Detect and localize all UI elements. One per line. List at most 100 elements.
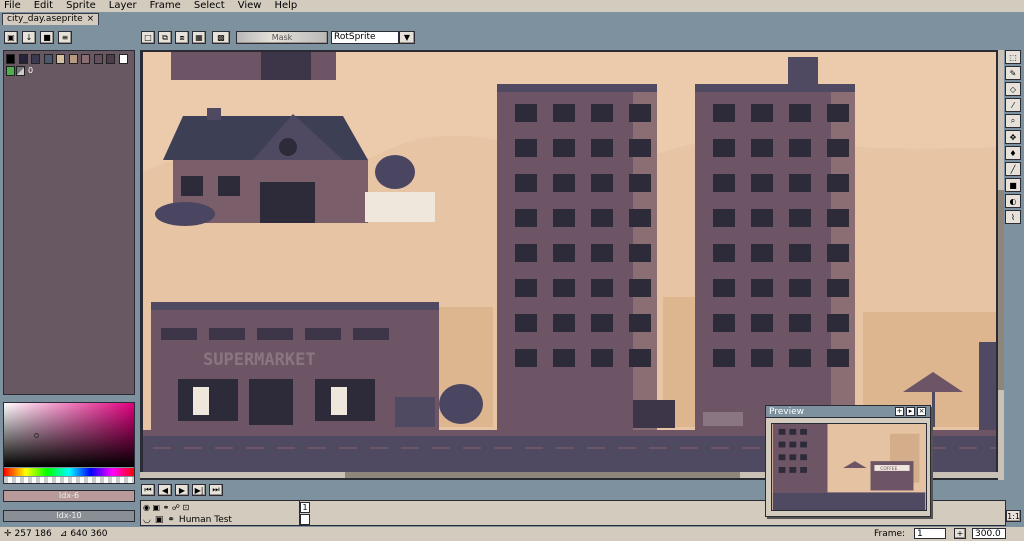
size-icon: ⊿ xyxy=(59,529,68,539)
cel-icon[interactable] xyxy=(300,514,310,525)
close-preview-icon[interactable]: × xyxy=(917,407,926,416)
tower-window xyxy=(515,209,537,227)
menu-frame[interactable]: Frame xyxy=(150,0,181,12)
frame-input[interactable]: 1 xyxy=(914,528,946,539)
tower-window xyxy=(713,279,735,297)
menu-edit[interactable]: Edit xyxy=(34,0,53,12)
tower-window xyxy=(553,244,575,262)
tower-window xyxy=(751,139,773,157)
chevron-down-icon[interactable]: ▼ xyxy=(399,31,415,44)
sort-down-icon[interactable]: ↓ xyxy=(22,31,36,44)
add-frame-icon[interactable]: + xyxy=(954,528,966,539)
tower-window xyxy=(751,244,773,262)
zoom-icon[interactable]: ⌕ xyxy=(1005,114,1021,128)
preview-window[interactable]: Preview + ▸ × COFFEE xyxy=(765,405,931,517)
menu-select[interactable]: Select xyxy=(194,0,225,12)
preview-title: Preview xyxy=(769,407,805,417)
menu-layer[interactable]: Layer xyxy=(109,0,137,12)
lock-icon[interactable]: ▣ xyxy=(4,31,18,44)
alpha-slider[interactable] xyxy=(4,477,134,483)
rotation-algorithm-value: RotSprite xyxy=(334,32,376,42)
color-cursor-icon xyxy=(34,433,39,438)
vertical-scroll-thumb[interactable] xyxy=(998,190,1004,390)
center-icon[interactable]: + xyxy=(895,407,904,416)
close-icon[interactable]: × xyxy=(87,14,95,25)
line-icon[interactable]: ╱ xyxy=(1005,162,1021,176)
selection-subtract-icon[interactable]: ⧈ xyxy=(175,31,189,44)
palette-swatch[interactable] xyxy=(93,54,103,64)
tower-window xyxy=(751,174,773,192)
tower-window xyxy=(515,349,537,367)
hue-slider[interactable] xyxy=(4,468,134,476)
previous-frame-icon[interactable]: ◀ xyxy=(158,484,172,496)
menu-file[interactable]: File xyxy=(4,0,21,12)
menu-help[interactable]: Help xyxy=(274,0,297,12)
eyedropper-icon[interactable]: ⁄ xyxy=(1005,98,1021,112)
contour-icon[interactable]: ◐ xyxy=(1005,194,1021,208)
play-preview-icon[interactable]: ▸ xyxy=(906,407,915,416)
status-bar: ✛ 257 186 ⊿ 640 360 Frame: 1 + 300.0 xyxy=(0,527,1024,541)
layer-row[interactable]: ◡ ▣ ⚭ Human Test xyxy=(143,514,299,525)
paint-bucket-icon[interactable]: ♦ xyxy=(1005,146,1021,160)
palette-swatch[interactable] xyxy=(56,54,65,64)
road-dash xyxy=(215,447,233,449)
tower-window xyxy=(713,209,735,227)
palette-swatch[interactable] xyxy=(6,54,15,64)
link-icon[interactable]: ⚭ xyxy=(167,515,175,525)
rectangle-icon[interactable]: ■ xyxy=(1005,178,1021,192)
blur-icon[interactable]: ⌇ xyxy=(1005,210,1021,224)
color-picker[interactable] xyxy=(3,402,135,484)
tower-window xyxy=(591,244,613,262)
palette-swatch[interactable] xyxy=(106,54,115,64)
last-frame-icon[interactable]: ⏭ xyxy=(209,484,223,496)
selection-intersect-icon[interactable]: ▦ xyxy=(192,31,206,44)
preview-title-bar[interactable]: Preview + ▸ × xyxy=(766,406,930,418)
rectangular-marquee-icon[interactable]: ⬚ xyxy=(1005,50,1021,64)
tower-window xyxy=(591,314,613,332)
tower-window xyxy=(553,209,575,227)
layer-name[interactable]: Human Test xyxy=(179,515,232,525)
background-color-bar[interactable]: Idx-10 xyxy=(3,510,135,522)
tower-window xyxy=(553,349,575,367)
move-icon[interactable]: ✥ xyxy=(1005,130,1021,144)
actual-size-button[interactable]: 1:1 xyxy=(1006,510,1021,522)
saturation-value-area[interactable] xyxy=(4,403,134,467)
save-palette-icon[interactable]: ■ xyxy=(40,31,54,44)
tab-city-day[interactable]: city_day.aseprite × xyxy=(2,13,100,25)
next-frame-icon[interactable]: ▶| xyxy=(192,484,206,496)
rotation-algorithm-select[interactable]: RotSprite xyxy=(331,31,399,44)
tower-window xyxy=(515,279,537,297)
road-dash xyxy=(494,447,512,449)
mask-color-button[interactable]: Mask xyxy=(236,31,328,44)
coffee-sign: COFFEE xyxy=(880,466,897,472)
horizontal-scroll-thumb[interactable] xyxy=(345,472,740,478)
eraser-icon[interactable]: ◇ xyxy=(1005,82,1021,96)
road-dash xyxy=(370,447,388,449)
frame-header[interactable]: 1 xyxy=(300,502,310,513)
palette-swatch[interactable] xyxy=(43,54,53,64)
lock-layer-icon[interactable]: ▣ xyxy=(155,515,164,525)
menu-sprite[interactable]: Sprite xyxy=(66,0,96,12)
tower-window xyxy=(591,139,613,157)
eye-icon[interactable]: ◡ xyxy=(143,515,151,525)
tower-window xyxy=(713,314,735,332)
transparent-color-icon[interactable]: ▩ xyxy=(212,31,230,44)
palette-swatch-green[interactable] xyxy=(6,66,15,76)
palette-swatch[interactable] xyxy=(18,54,28,64)
menu-view[interactable]: View xyxy=(238,0,262,12)
palette-menu-icon[interactable]: ≡ xyxy=(58,31,72,44)
palette-swatch-gray[interactable] xyxy=(16,66,25,76)
palette-swatch[interactable] xyxy=(31,54,40,64)
palette-swatch[interactable] xyxy=(118,54,128,64)
selection-replace-icon[interactable]: □ xyxy=(141,31,155,44)
vertical-scrollbar[interactable] xyxy=(998,50,1004,480)
zoom-input[interactable]: 300.0 xyxy=(972,528,1006,539)
foreground-color-bar[interactable]: Idx-6 xyxy=(3,490,135,502)
selection-add-icon[interactable]: ⧉ xyxy=(158,31,172,44)
first-frame-icon[interactable]: ⏮ xyxy=(141,484,155,496)
pencil-icon[interactable]: ✎ xyxy=(1005,66,1021,80)
play-icon[interactable]: ▶ xyxy=(175,484,189,496)
mask-label: Mask xyxy=(271,33,293,42)
palette-swatch[interactable] xyxy=(68,54,78,64)
palette-swatch[interactable] xyxy=(81,54,90,64)
